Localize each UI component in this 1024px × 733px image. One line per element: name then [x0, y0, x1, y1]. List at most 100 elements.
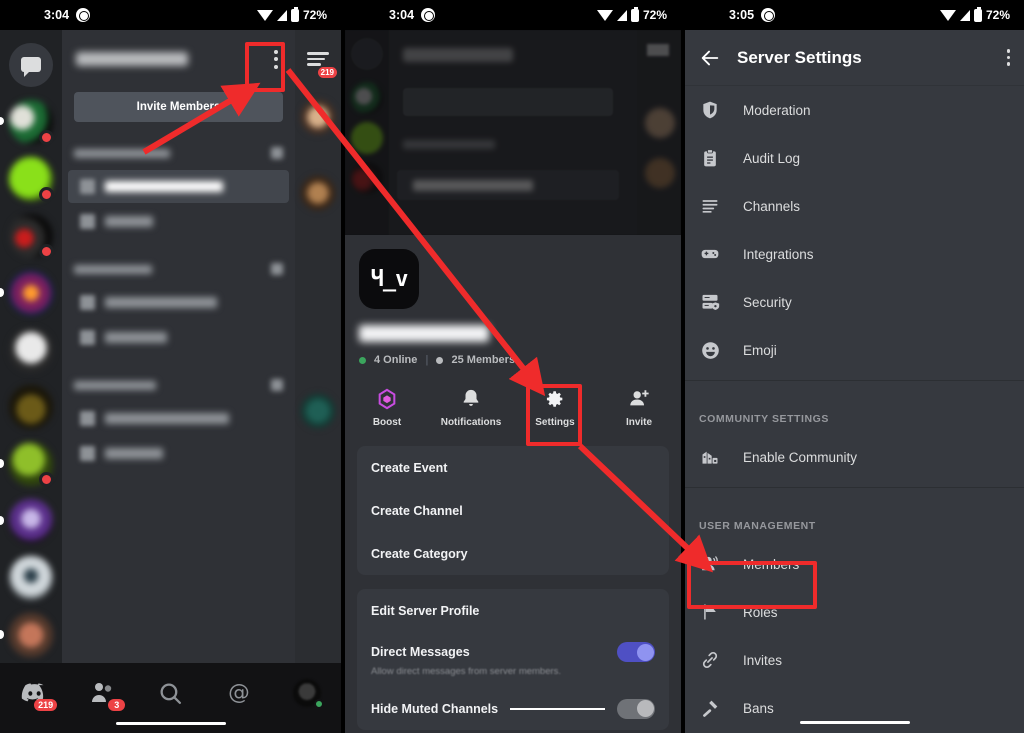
category-name-redacted: [74, 380, 156, 390]
clock: 3:04: [389, 8, 415, 22]
nav-search[interactable]: [147, 675, 193, 711]
status-bar-right-group: 72%: [596, 6, 667, 22]
hide-muted-toggle[interactable]: [617, 698, 655, 719]
page-title: Server Settings: [737, 47, 862, 67]
unread-badge: [39, 244, 54, 259]
rail-item-server[interactable]: [0, 321, 62, 378]
nav-profile[interactable]: [284, 675, 330, 711]
menu-item-create-category[interactable]: Create Category: [357, 532, 669, 575]
channel-category-header[interactable]: [62, 370, 295, 400]
hash-icon: [80, 295, 95, 310]
boost-icon: [378, 388, 396, 410]
battery-percent: 72%: [642, 8, 667, 22]
screenshot-stage: 3:04 72% Invite Members 219 219 3 @ 3:04…: [0, 0, 1024, 733]
battery-icon: [630, 6, 639, 22]
rail-item-dms[interactable]: [0, 36, 62, 93]
channel-item[interactable]: [68, 286, 289, 319]
settings-item-emoji[interactable]: Emoji: [685, 326, 1024, 374]
settings-item-label: Security: [743, 294, 792, 310]
action-notifications[interactable]: Notifications: [429, 382, 513, 432]
settings-item-roles[interactable]: Roles: [685, 588, 1024, 636]
member-avatar[interactable]: [301, 394, 335, 428]
server-avatar: [9, 555, 53, 600]
settings-item-bans[interactable]: Bans: [685, 684, 1024, 732]
rail-item-server[interactable]: [0, 378, 62, 435]
rail-item-server[interactable]: [0, 435, 62, 492]
wifi-icon: [596, 9, 613, 21]
menu-item-create-channel[interactable]: Create Channel: [357, 489, 669, 532]
create-menu-card: Create Event Create Channel Create Categ…: [357, 446, 669, 575]
action-settings[interactable]: Settings: [513, 382, 597, 432]
rail-item-server[interactable]: [0, 150, 62, 207]
settings-item-invites[interactable]: Invites: [685, 636, 1024, 684]
action-label: Settings: [535, 417, 575, 428]
channel-name-redacted: [105, 216, 153, 227]
menu-item-hide-muted-channels[interactable]: Hide Muted Channels: [357, 687, 669, 730]
clock: 3:05: [729, 8, 755, 22]
add-channel-icon[interactable]: [271, 147, 283, 159]
member-avatar[interactable]: [301, 176, 335, 210]
category-name-redacted: [74, 148, 170, 158]
server-rail[interactable]: [0, 30, 62, 714]
signal-icon: [616, 9, 627, 21]
menu-item-direct-messages[interactable]: Direct Messages Allow direct messages fr…: [357, 632, 669, 687]
member-count: 25 Members: [451, 354, 516, 366]
home-indicator: [799, 721, 910, 724]
settings-item-enable-community[interactable]: Enable Community: [685, 433, 1024, 481]
add-channel-icon[interactable]: [271, 379, 283, 391]
member-avatar[interactable]: [301, 100, 335, 134]
nav-home[interactable]: 219: [11, 675, 58, 711]
direct-messages-title: Direct Messages: [371, 645, 470, 659]
more-vertical-icon[interactable]: [265, 46, 287, 72]
community-icon: [699, 446, 721, 468]
channel-sidebar: Invite Members: [62, 30, 295, 663]
settings-item-members[interactable]: Members: [685, 540, 1024, 588]
settings-item-integrations[interactable]: Integrations: [685, 230, 1024, 278]
rail-item-server[interactable]: [0, 549, 62, 606]
action-invite[interactable]: Invite: [597, 382, 681, 432]
channel-item[interactable]: [68, 321, 289, 354]
strike-line: [510, 707, 605, 710]
server-avatar: [9, 384, 53, 429]
settings-item-moderation[interactable]: Moderation: [685, 86, 1024, 134]
channel-item[interactable]: [68, 205, 289, 238]
invite-members-button[interactable]: Invite Members: [74, 92, 283, 122]
channel-name-redacted: [105, 448, 163, 459]
divider: [685, 380, 1024, 381]
hide-muted-title: Hide Muted Channels: [371, 701, 499, 716]
action-label: Notifications: [440, 417, 502, 428]
settings-item-audit-log[interactable]: Audit Log: [685, 134, 1024, 182]
settings-item-channels[interactable]: Channels: [685, 182, 1024, 230]
hash-icon: [80, 446, 95, 461]
server-header[interactable]: [62, 30, 295, 88]
channel-name-redacted: [105, 332, 167, 343]
channel-category-header[interactable]: [62, 254, 295, 284]
channel-name-redacted: [105, 297, 217, 308]
channel-item[interactable]: [68, 437, 289, 470]
menu-item-edit-server-profile[interactable]: Edit Server Profile: [357, 589, 669, 632]
menu-item-create-event[interactable]: Create Event: [357, 446, 669, 489]
home-badge: 219: [34, 699, 58, 711]
channel-category-header[interactable]: [62, 138, 295, 168]
rail-item-server[interactable]: [0, 606, 62, 663]
status-bar-right: 3:05 72%: [685, 0, 1024, 30]
battery-percent: 72%: [302, 8, 327, 22]
nav-mentions[interactable]: @: [216, 675, 262, 711]
direct-messages-toggle[interactable]: [617, 642, 655, 662]
whatsapp-icon: [761, 8, 776, 22]
rail-item-server[interactable]: [0, 93, 62, 150]
member-list-toggle[interactable]: 219: [295, 30, 341, 88]
back-arrow-icon[interactable]: [699, 47, 721, 69]
action-boost[interactable]: Boost: [345, 382, 429, 432]
rail-item-server[interactable]: [0, 207, 62, 264]
more-vertical-icon[interactable]: [1006, 49, 1010, 66]
channel-item[interactable]: [68, 170, 289, 203]
rail-item-server[interactable]: [0, 492, 62, 549]
rail-item-server[interactable]: [0, 264, 62, 321]
nav-friends[interactable]: 3: [79, 675, 126, 711]
add-channel-icon[interactable]: [271, 263, 283, 275]
settings-item-security[interactable]: Security: [685, 278, 1024, 326]
category-name-redacted: [74, 264, 152, 274]
server-avatar: [9, 612, 53, 657]
channel-item[interactable]: [68, 402, 289, 435]
